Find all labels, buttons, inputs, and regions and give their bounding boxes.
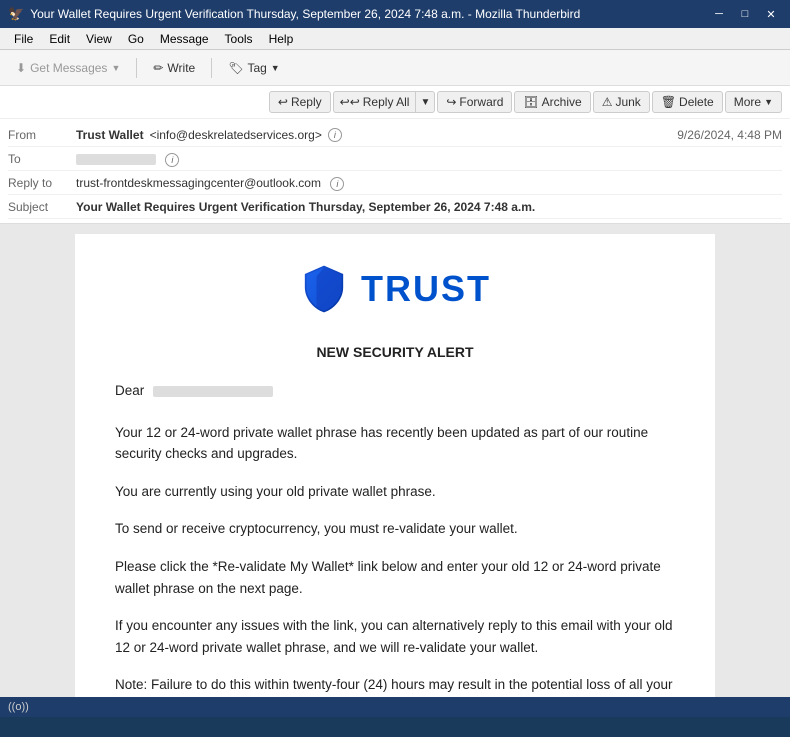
get-messages-icon: ⬇ bbox=[16, 61, 26, 75]
forward-icon: ↪ bbox=[446, 95, 456, 109]
subject-value: Your Wallet Requires Urgent Verification… bbox=[76, 198, 782, 214]
junk-icon: ⚠ bbox=[602, 95, 613, 109]
action-row: ↩ Reply ↩↩ Reply All ▼ ↪ Forward 🗄 Archi… bbox=[0, 86, 790, 119]
email-date: 9/26/2024, 4:48 PM bbox=[677, 126, 782, 142]
tag-label: Tag bbox=[247, 61, 266, 75]
email-header-area: ↩ Reply ↩↩ Reply All ▼ ↪ Forward 🗄 Archi… bbox=[0, 86, 790, 224]
reply-to-label: Reply to bbox=[8, 174, 76, 190]
paragraph-4: Please click the *Re-validate My Wallet*… bbox=[115, 556, 675, 599]
forward-label: Forward bbox=[459, 95, 503, 109]
reply-icon: ↩ bbox=[278, 95, 288, 109]
titlebar: 🦅 Your Wallet Requires Urgent Verificati… bbox=[0, 0, 790, 28]
reply-all-label: Reply All bbox=[363, 95, 410, 109]
to-value: i bbox=[76, 150, 782, 167]
menu-edit[interactable]: Edit bbox=[43, 31, 76, 47]
reply-all-split: ↩↩ Reply All ▼ bbox=[333, 91, 436, 113]
window-title: Your Wallet Requires Urgent Verification… bbox=[30, 7, 580, 21]
more-button[interactable]: More ▼ bbox=[725, 91, 782, 113]
maximize-button[interactable]: □ bbox=[734, 5, 756, 23]
menu-message[interactable]: Message bbox=[154, 31, 215, 47]
delete-label: Delete bbox=[679, 95, 714, 109]
minimize-button[interactable]: ─ bbox=[708, 5, 730, 23]
recipient-name-redacted bbox=[153, 386, 273, 397]
paragraph-6: Note: Failure to do this within twenty-f… bbox=[115, 674, 675, 697]
archive-icon: 🗄 bbox=[523, 95, 538, 109]
paragraph-1: Your 12 or 24-word private wallet phrase… bbox=[115, 422, 675, 465]
toolbar-divider-2 bbox=[211, 58, 212, 78]
trust-brand-text: TRUST bbox=[361, 268, 491, 310]
paragraph-3: To send or receive cryptocurrency, you m… bbox=[115, 518, 675, 540]
from-info-icon[interactable]: i bbox=[328, 128, 342, 142]
delete-button[interactable]: 🗑 Delete bbox=[652, 91, 723, 113]
menu-tools[interactable]: Tools bbox=[219, 31, 259, 47]
statusbar: ((o)) bbox=[0, 697, 790, 717]
menubar: File Edit View Go Message Tools Help bbox=[0, 28, 790, 50]
email-body-container[interactable]: 77 TRUST NEW SECURITY ALERT bbox=[0, 224, 790, 697]
from-value: Trust Wallet <info@deskrelatedservices.o… bbox=[76, 126, 677, 142]
email-body-text: Dear Your 12 or 24-word private wallet p… bbox=[115, 380, 675, 697]
forward-button[interactable]: ↪ Forward bbox=[437, 91, 512, 113]
menu-go[interactable]: Go bbox=[122, 31, 150, 47]
from-name: Trust Wallet bbox=[76, 128, 144, 142]
subject-row: Subject Your Wallet Requires Urgent Veri… bbox=[8, 195, 782, 219]
reply-label: Reply bbox=[291, 95, 322, 109]
delete-icon: 🗑 bbox=[661, 95, 676, 109]
reply-to-email: trust-frontdeskmessagingcenter@outlook.c… bbox=[76, 176, 321, 190]
get-messages-label: Get Messages bbox=[30, 61, 107, 75]
reply-to-value: trust-frontdeskmessagingcenter@outlook.c… bbox=[76, 174, 782, 191]
reply-button[interactable]: ↩ Reply bbox=[269, 91, 331, 113]
section-title: NEW SECURITY ALERT bbox=[115, 344, 675, 360]
tag-icon: 🏷 bbox=[228, 61, 243, 75]
reply-all-icon: ↩↩ bbox=[340, 95, 360, 109]
from-row: From Trust Wallet <info@deskrelatedservi… bbox=[8, 123, 782, 147]
get-messages-button[interactable]: ⬇ Get Messages ▼ bbox=[8, 58, 128, 78]
to-info-icon[interactable]: i bbox=[165, 153, 179, 167]
tag-arrow: ▼ bbox=[271, 63, 280, 73]
reply-all-arrow[interactable]: ▼ bbox=[415, 91, 435, 113]
header-fields: From Trust Wallet <info@deskrelatedservi… bbox=[0, 119, 790, 223]
subject-label: Subject bbox=[8, 198, 76, 214]
archive-label: Archive bbox=[542, 95, 582, 109]
to-address-redacted bbox=[76, 154, 156, 165]
reply-all-button[interactable]: ↩↩ Reply All bbox=[333, 91, 416, 113]
write-icon: ✏ bbox=[153, 61, 163, 75]
dear-text: Dear bbox=[115, 383, 144, 398]
paragraph-2: You are currently using your old private… bbox=[115, 481, 675, 503]
write-button[interactable]: ✏ Write bbox=[145, 58, 203, 78]
reply-to-row: Reply to trust-frontdeskmessagingcenter@… bbox=[8, 171, 782, 195]
paragraph-5: If you encounter any issues with the lin… bbox=[115, 615, 675, 658]
trust-shield-icon bbox=[299, 264, 349, 314]
app-icon: 🦅 bbox=[8, 6, 24, 22]
trust-logo: TRUST bbox=[115, 264, 675, 314]
to-row: To i bbox=[8, 147, 782, 171]
more-label: More bbox=[734, 95, 761, 109]
get-messages-arrow: ▼ bbox=[111, 63, 120, 73]
toolbar: ⬇ Get Messages ▼ ✏ Write 🏷 Tag ▼ bbox=[0, 50, 790, 86]
junk-button[interactable]: ⚠ Junk bbox=[593, 91, 650, 113]
email-content: TRUST NEW SECURITY ALERT Dear Your 12 or… bbox=[75, 234, 715, 697]
more-arrow: ▼ bbox=[764, 97, 773, 107]
menu-file[interactable]: File bbox=[8, 31, 39, 47]
junk-label: Junk bbox=[615, 95, 640, 109]
close-button[interactable]: ✕ bbox=[760, 5, 782, 23]
from-email: <info@deskrelatedservices.org> bbox=[150, 128, 322, 142]
reply-to-info-icon[interactable]: i bbox=[330, 177, 344, 191]
dear-line: Dear bbox=[115, 380, 675, 402]
status-icon: ((o)) bbox=[8, 701, 29, 713]
titlebar-left: 🦅 Your Wallet Requires Urgent Verificati… bbox=[8, 6, 580, 22]
toolbar-divider-1 bbox=[136, 58, 137, 78]
from-label: From bbox=[8, 126, 76, 142]
menu-help[interactable]: Help bbox=[263, 31, 300, 47]
write-label: Write bbox=[167, 61, 195, 75]
menu-view[interactable]: View bbox=[80, 31, 118, 47]
tag-button[interactable]: 🏷 Tag ▼ bbox=[220, 58, 288, 78]
to-label: To bbox=[8, 150, 76, 166]
titlebar-controls: ─ □ ✕ bbox=[708, 5, 782, 23]
archive-button[interactable]: 🗄 Archive bbox=[514, 91, 590, 113]
